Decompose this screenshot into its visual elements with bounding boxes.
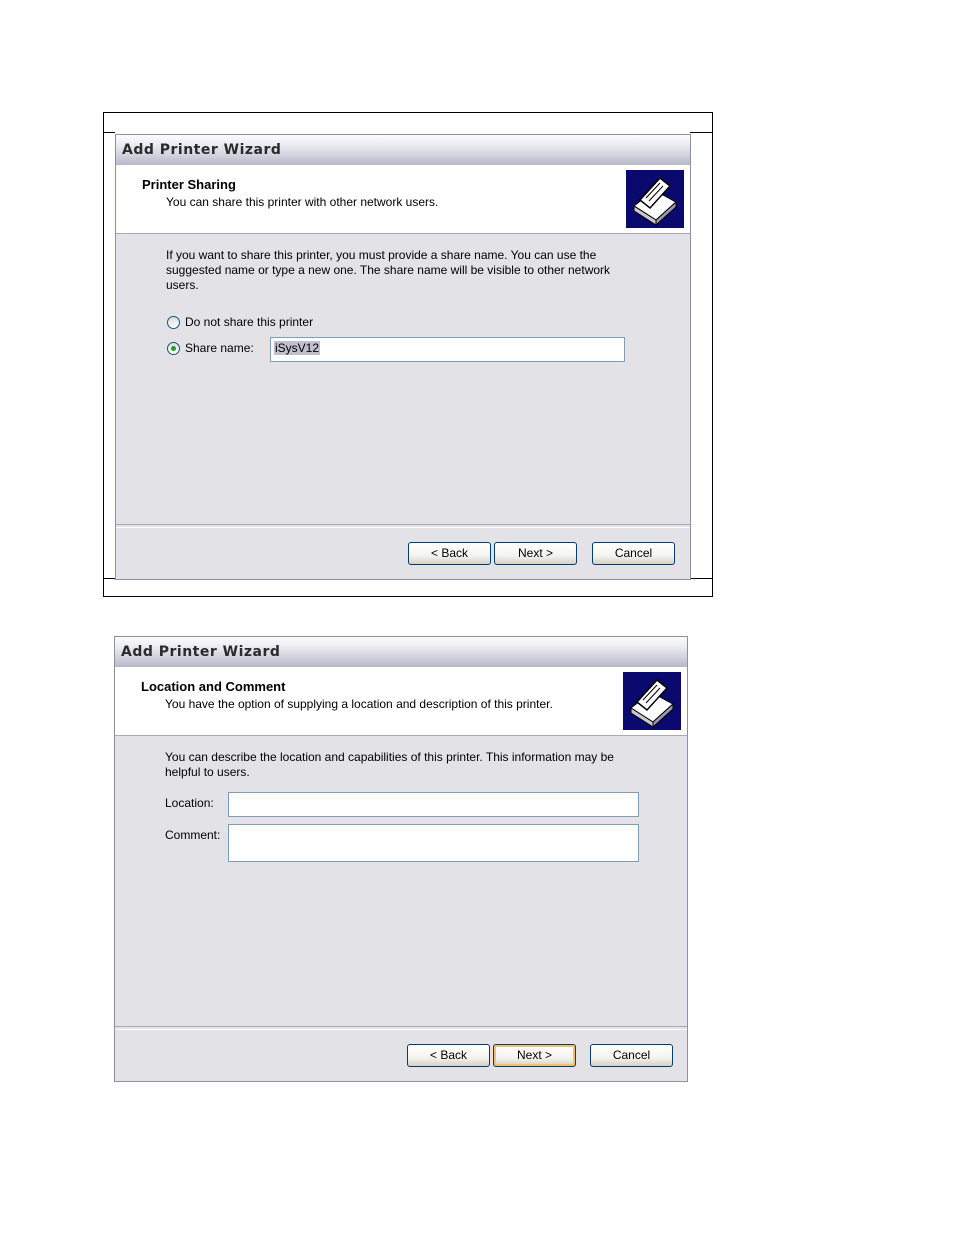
cancel-button[interactable]: Cancel xyxy=(592,542,675,565)
printer-icon xyxy=(626,170,684,228)
back-button[interactable]: < Back xyxy=(408,542,491,565)
comment-input[interactable] xyxy=(228,824,639,862)
frame-line-bottom-right xyxy=(690,578,712,579)
footer-separator xyxy=(115,1026,687,1030)
next-button[interactable]: Next > xyxy=(493,1044,576,1067)
printer-sharing-dialog: Add Printer Wizard Printer Sharing You c… xyxy=(115,134,691,580)
share-name-label[interactable]: Share name: xyxy=(185,341,254,355)
header-title: Location and Comment xyxy=(141,679,286,694)
description-text: If you want to share this printer, you m… xyxy=(166,248,611,292)
location-input[interactable] xyxy=(228,792,639,817)
wizard-header: Location and Comment You have the option… xyxy=(115,667,687,736)
location-label: Location: xyxy=(165,796,214,810)
comment-label: Comment: xyxy=(165,828,221,842)
footer-separator xyxy=(116,524,690,528)
cancel-button[interactable]: Cancel xyxy=(590,1044,673,1067)
next-button[interactable]: Next > xyxy=(494,542,577,565)
header-title: Printer Sharing xyxy=(142,177,236,192)
share-name-radio[interactable] xyxy=(167,342,180,355)
location-comment-dialog: Add Printer Wizard Location and Comment … xyxy=(114,636,688,1082)
dialog-title: Add Printer Wizard xyxy=(115,637,687,668)
wizard-header: Printer Sharing You can share this print… xyxy=(116,165,690,234)
header-subtitle: You can share this printer with other ne… xyxy=(166,195,439,209)
frame-line-left xyxy=(103,132,115,133)
dialog-title: Add Printer Wizard xyxy=(116,135,690,166)
frame-line-right xyxy=(690,132,712,133)
frame-line-bottom-left xyxy=(103,578,115,579)
description-text: You can describe the location and capabi… xyxy=(165,750,614,779)
header-subtitle: You have the option of supplying a locat… xyxy=(165,697,553,711)
share-name-input[interactable]: iSysV12 xyxy=(270,337,625,362)
do-not-share-radio[interactable] xyxy=(167,316,180,329)
back-button[interactable]: < Back xyxy=(407,1044,490,1067)
share-name-value: iSysV12 xyxy=(274,341,321,355)
do-not-share-label[interactable]: Do not share this printer xyxy=(185,315,313,329)
printer-icon xyxy=(623,672,681,730)
